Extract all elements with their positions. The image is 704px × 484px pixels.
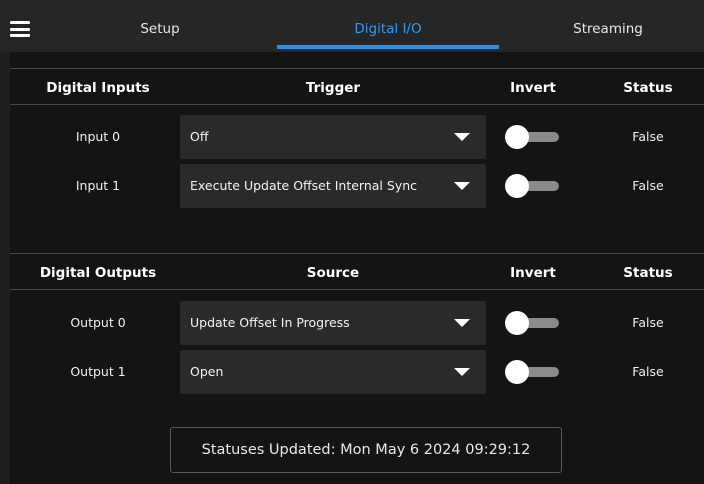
input-1-trigger-value: Execute Update Offset Internal Sync <box>190 178 418 193</box>
divider <box>10 104 704 105</box>
output-1-label: Output 1 <box>70 364 126 379</box>
chevron-down-icon <box>454 319 470 327</box>
chevron-down-icon <box>454 182 470 190</box>
status-header: Status <box>623 80 673 96</box>
statuses-updated-box: Statuses Updated: Mon May 6 2024 09:29:1… <box>170 427 562 473</box>
output-0-label: Output 0 <box>70 315 126 330</box>
input-1-label: Input 1 <box>75 178 121 193</box>
toggle-knob <box>505 125 529 149</box>
output-0-invert-toggle[interactable] <box>505 309 561 337</box>
tab-streaming[interactable]: Streaming <box>508 0 704 52</box>
digital-outputs-header: Digital Outputs <box>39 265 157 281</box>
invert-header: Invert <box>510 265 556 281</box>
toggle-knob <box>505 174 529 198</box>
input-1-trigger-select[interactable]: Execute Update Offset Internal Sync <box>180 164 486 208</box>
active-tab-indicator <box>277 45 499 49</box>
trigger-header: Trigger <box>305 80 361 96</box>
chevron-down-icon <box>454 133 470 141</box>
input-0-status: False <box>632 129 664 144</box>
divider <box>10 289 704 290</box>
toggle-knob <box>505 360 529 384</box>
hamburger-menu-icon[interactable] <box>10 21 30 37</box>
toggle-knob <box>505 311 529 335</box>
input-0-trigger-select[interactable]: Off <box>180 115 486 159</box>
output-0-status: False <box>632 315 664 330</box>
digital-inputs-header: Digital Inputs <box>46 80 150 96</box>
divider <box>10 253 704 254</box>
output-1-status: False <box>632 364 664 379</box>
output-1-source-select[interactable]: Open <box>180 350 486 394</box>
divider <box>10 68 704 69</box>
input-1-invert-toggle[interactable] <box>505 172 561 200</box>
output-1-invert-toggle[interactable] <box>505 358 561 386</box>
output-0-source-value: Update Offset In Progress <box>190 315 350 330</box>
chevron-down-icon <box>454 368 470 376</box>
source-header: Source <box>306 265 360 281</box>
status-header: Status <box>623 265 673 281</box>
invert-header: Invert <box>510 80 556 96</box>
output-0-source-select[interactable]: Update Offset In Progress <box>180 301 486 345</box>
input-1-status: False <box>632 178 664 193</box>
input-0-label: Input 0 <box>75 129 121 144</box>
input-0-trigger-value: Off <box>190 129 209 144</box>
input-0-invert-toggle[interactable] <box>505 123 561 151</box>
top-navigation-bar: Setup Digital I/O Streaming <box>0 0 704 52</box>
output-1-source-value: Open <box>190 364 224 379</box>
tab-setup[interactable]: Setup <box>60 0 260 52</box>
